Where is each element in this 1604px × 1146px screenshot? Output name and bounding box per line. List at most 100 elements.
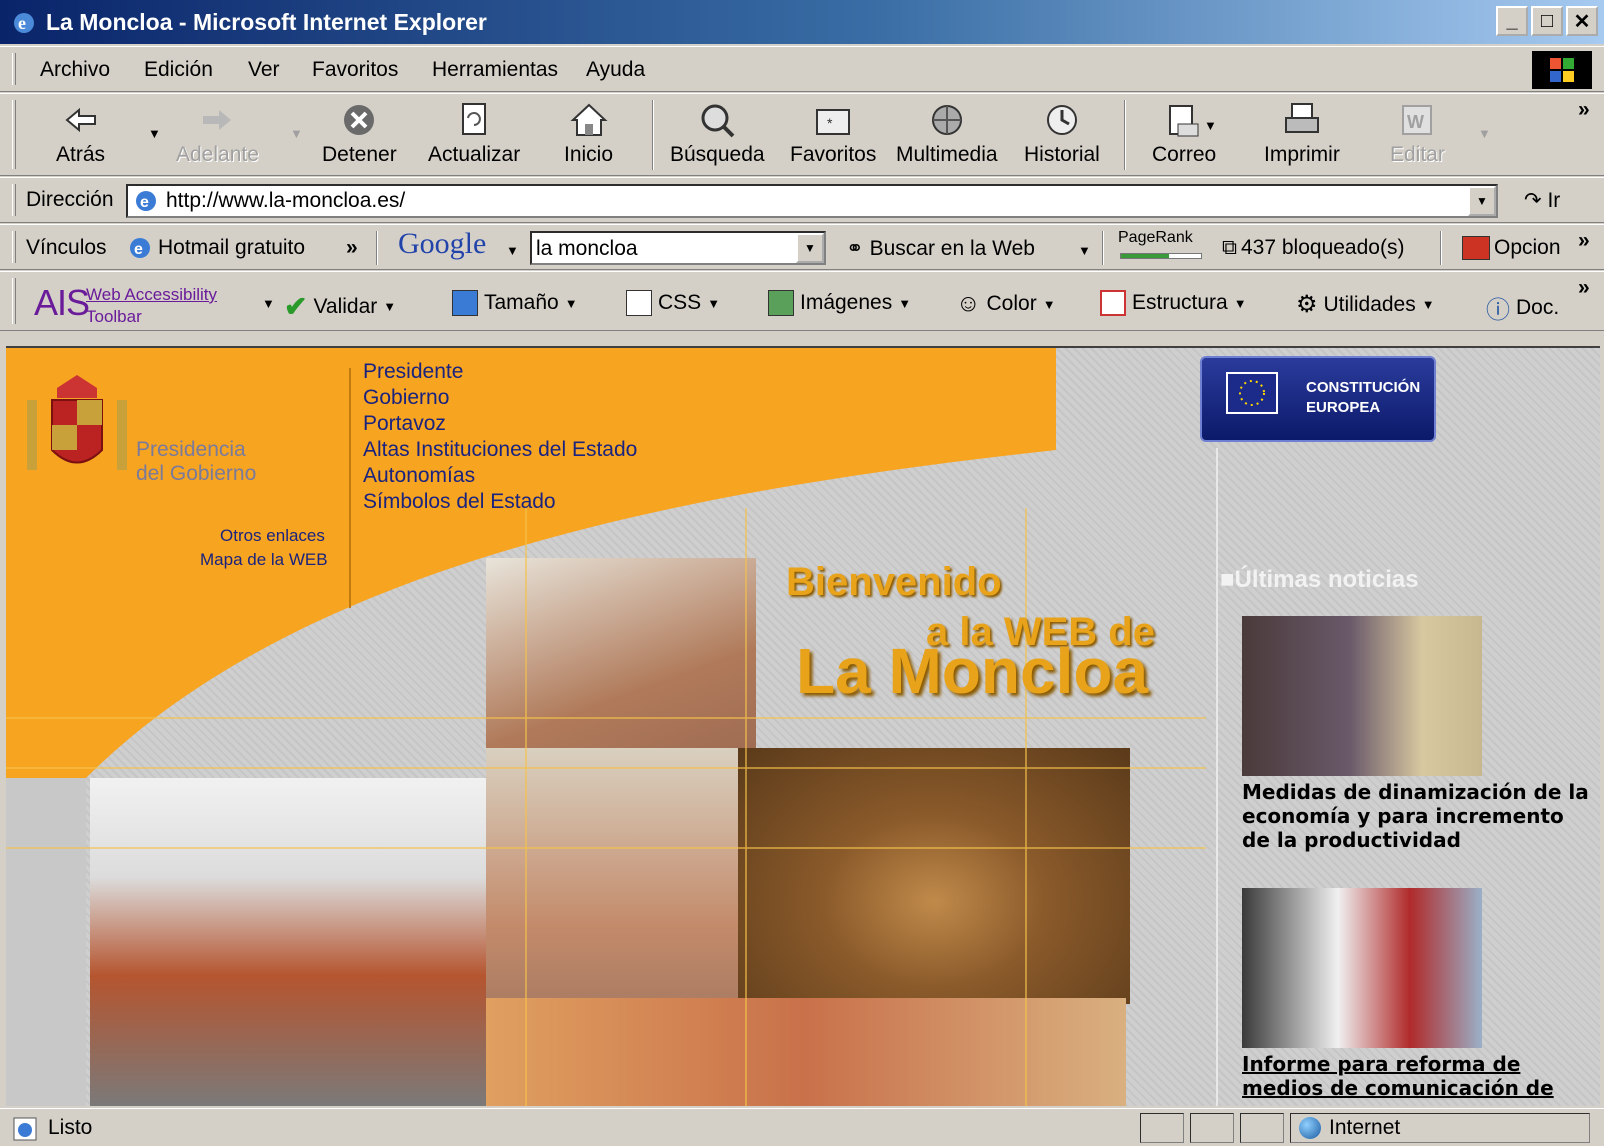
google-logo[interactable]: Google — [398, 227, 486, 261]
ais-accessibility-toolbar: AIS Web Accessibility Toolbar ▼ ✔ Validar… — [0, 271, 1604, 331]
status-panel — [1190, 1113, 1234, 1143]
mail-button[interactable]: Correo — [1152, 100, 1216, 167]
utilidades-menu[interactable]: ⚙ Utilidades ▼ — [1296, 290, 1435, 319]
close-button[interactable]: ✕ — [1566, 6, 1598, 36]
interior-photo — [486, 998, 1126, 1106]
links-label: Vínculos — [26, 236, 107, 259]
validar-menu[interactable]: ✔ Validar ▼ — [284, 290, 396, 323]
doc-menu[interactable]: ⓘ Doc. — [1486, 290, 1559, 325]
status-bar: Listo Internet — [0, 1108, 1604, 1146]
menu-edicion[interactable]: Edición — [144, 58, 213, 82]
tamano-menu[interactable]: Tamaño ▼ — [452, 290, 578, 316]
mail-dropdown-icon[interactable]: ▼ — [1204, 118, 1217, 133]
toolbar-grip[interactable] — [12, 184, 16, 216]
nav-altas-instituciones[interactable]: Altas Instituciones del Estado — [363, 438, 637, 462]
address-url: http://www.la-moncloa.es/ — [166, 189, 406, 212]
constitucion-europea-banner[interactable]: CONSTITUCIÓN EUROPEA — [1200, 356, 1436, 442]
info-icon: ⓘ — [1486, 297, 1510, 324]
color-menu[interactable]: ☺ Color ▼ — [956, 290, 1056, 318]
menu-ver[interactable]: Ver — [248, 58, 280, 82]
links-google-bar: Vínculos e Hotmail gratuito » Google ▼ l… — [0, 224, 1604, 270]
back-arrow-icon — [64, 107, 96, 133]
eu-flag-icon — [1226, 372, 1278, 414]
status-panel — [1240, 1113, 1284, 1143]
internet-globe-icon — [1299, 1117, 1321, 1139]
toolbar-grip[interactable] — [12, 278, 16, 324]
options-button[interactable]: Opcion — [1462, 236, 1561, 260]
home-icon — [569, 103, 608, 136]
welcome-line-1: Bienvenido — [786, 560, 1002, 604]
toolbar-grip[interactable] — [12, 231, 16, 263]
news-title-1[interactable]: Medidas de dinamización de la economía y… — [1242, 780, 1592, 852]
nav-presidente[interactable]: Presidente — [363, 360, 463, 384]
pagerank-label: PageRank — [1118, 229, 1193, 246]
windows-flag-icon — [1532, 51, 1592, 89]
page-ie-icon: e — [136, 191, 156, 211]
history-button[interactable]: Historial — [1024, 100, 1100, 167]
menu-herramientas[interactable]: Herramientas — [432, 58, 558, 82]
media-button[interactable]: Multimedia — [896, 100, 998, 167]
maximize-button[interactable]: □ — [1531, 6, 1563, 36]
search-web-button[interactable]: ⚭ Buscar en la Web — [846, 236, 1035, 261]
imagenes-menu[interactable]: Imágenes ▼ — [768, 290, 911, 316]
links-overflow-chevron[interactable]: » — [346, 236, 358, 260]
google-overflow-chevron[interactable]: » — [1578, 229, 1590, 253]
ais-overflow-chevron[interactable]: » — [1578, 276, 1590, 300]
minimize-button[interactable]: _ — [1496, 6, 1528, 36]
ie-page-icon: e — [130, 238, 150, 258]
nav-gobierno[interactable]: Gobierno — [363, 386, 449, 410]
window-title: La Moncloa - Microsoft Internet Explorer — [46, 8, 487, 35]
nav-autonomias[interactable]: Autonomías — [363, 464, 475, 488]
toolbar-overflow-chevron[interactable]: » — [1578, 98, 1590, 122]
svg-text:W: W — [1407, 112, 1424, 132]
tools-gear-icon: ⚙ — [1296, 291, 1318, 318]
toolbar-grip[interactable] — [12, 53, 16, 85]
popup-blocker-button[interactable]: ⧉ 437 bloqueado(s) — [1222, 236, 1404, 260]
standard-toolbar: Atrás ▼ Adelante ▼ Detener Actualizar In… — [0, 93, 1604, 176]
presidencia-label: Presidencia del Gobierno — [136, 438, 257, 485]
edit-button[interactable]: W Editar — [1390, 100, 1445, 167]
images-icon — [768, 290, 794, 316]
link-otros-enlaces[interactable]: Otros enlaces — [220, 526, 325, 546]
google-search-input[interactable]: la moncloa ▼ — [530, 231, 826, 265]
status-text: Listo — [48, 1116, 93, 1139]
news-photo-2[interactable] — [1242, 888, 1482, 1048]
toolbar-grip[interactable] — [12, 100, 16, 169]
stop-button[interactable]: Detener — [322, 100, 397, 167]
go-arrow-icon: ↷ — [1524, 189, 1542, 212]
google-query-dropdown-icon[interactable]: ▼ — [796, 233, 824, 263]
svg-text:e: e — [134, 241, 143, 258]
go-button[interactable]: ↷ Ir — [1524, 188, 1560, 213]
news-title-2[interactable]: Informe para reforma de medios de comuni… — [1242, 1052, 1592, 1100]
hotmail-link[interactable]: e Hotmail gratuito — [128, 236, 305, 260]
link-mapa-web[interactable]: Mapa de la WEB — [200, 550, 328, 570]
home-button[interactable]: Inicio — [564, 100, 613, 167]
stop-icon — [344, 105, 375, 135]
nav-simbolos[interactable]: Símbolos del Estado — [363, 490, 556, 514]
css-menu[interactable]: CSS ▼ — [626, 290, 720, 316]
menu-archivo[interactable]: Archivo — [40, 58, 110, 82]
edit-dropdown-icon[interactable]: ▼ — [1478, 126, 1491, 141]
council-room-photo — [738, 748, 1130, 1004]
nav-portavoz[interactable]: Portavoz — [363, 412, 446, 436]
news-photo-1[interactable] — [1242, 616, 1482, 776]
address-input[interactable]: e http://www.la-moncloa.es/ ▼ — [126, 184, 1498, 218]
favorites-button[interactable]: * Favoritos — [790, 100, 876, 167]
ais-menu-dropdown-icon[interactable]: ▼ — [262, 296, 275, 311]
estructura-menu[interactable]: Estructura ▼ — [1100, 290, 1247, 316]
page-status-icon — [13, 1117, 37, 1141]
printer-icon — [1284, 103, 1319, 133]
refresh-button[interactable]: Actualizar — [428, 100, 520, 167]
menu-ayuda[interactable]: Ayuda — [586, 58, 645, 82]
print-button[interactable]: Imprimir — [1264, 100, 1340, 167]
address-dropdown-icon[interactable]: ▼ — [1468, 186, 1496, 216]
ais-logo: AIS — [34, 282, 90, 323]
back-dropdown-icon[interactable]: ▼ — [148, 126, 161, 141]
menu-favoritos[interactable]: Favoritos — [312, 58, 398, 82]
search-web-dropdown-icon[interactable]: ▼ — [1078, 243, 1091, 258]
back-button[interactable]: Atrás — [56, 100, 105, 167]
google-menu-dropdown-icon[interactable]: ▼ — [506, 243, 519, 258]
forward-dropdown-icon[interactable]: ▼ — [290, 126, 303, 141]
search-button[interactable]: Búsqueda — [670, 100, 765, 167]
forward-button[interactable]: Adelante — [176, 100, 259, 167]
